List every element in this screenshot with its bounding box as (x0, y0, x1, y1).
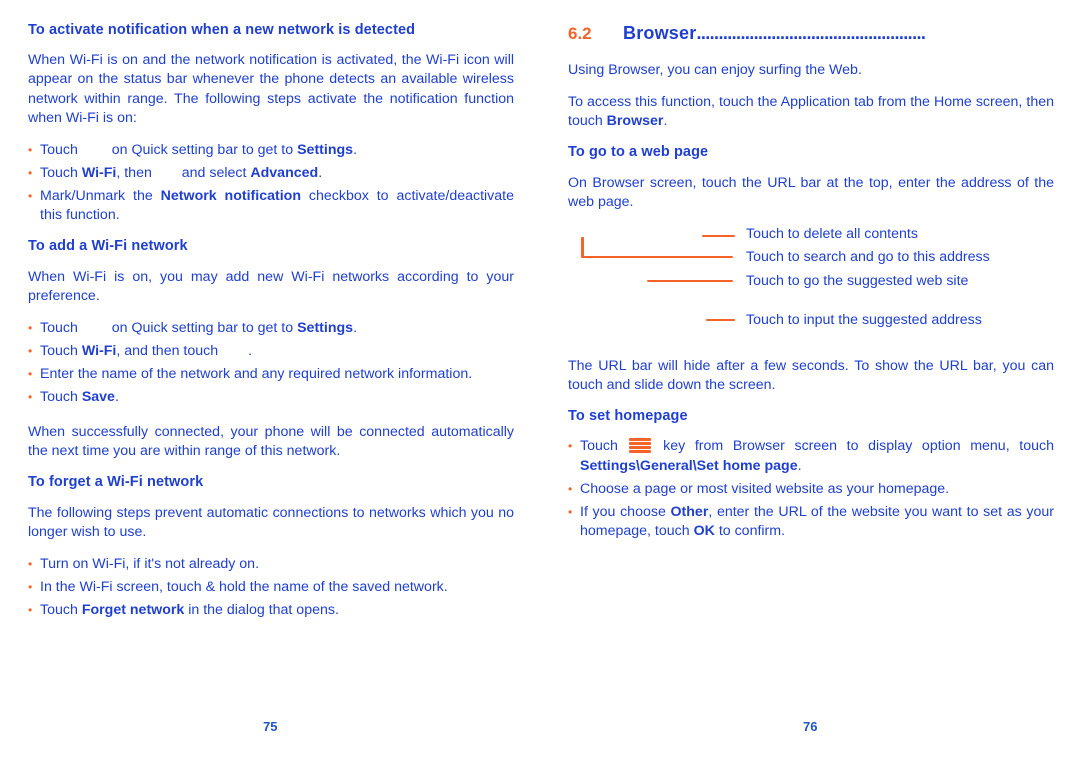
callout-diagram: Touch to delete all contents Touch to se… (568, 225, 1054, 343)
page-number-left: 75 (263, 719, 278, 734)
bullet-text-bold2: Advanced (250, 164, 319, 181)
bullet-text-bold1: Wi-Fi (81, 342, 117, 359)
chapter-heading-browser: 6.2 Browser..............................… (568, 22, 1054, 45)
list-item: Enter the name of the network and any re… (28, 365, 514, 384)
callout-label-3: Touch to go the suggested web site (746, 272, 969, 289)
bullet-text-pre: Touch (580, 438, 628, 455)
bullet-text-pre: Touch (40, 342, 82, 359)
page-number-right: 76 (803, 719, 818, 734)
bullet-text-pre: Touch (40, 141, 82, 158)
paragraph-browser-access: To access this function, touch the Appli… (568, 93, 1054, 131)
manual-page-left: To activate notification when a new netw… (0, 0, 540, 767)
heading-set-homepage: To set homepage (568, 408, 688, 425)
manual-page-right: 6.2 Browser..............................… (540, 0, 1080, 767)
callout-leader-line-1 (702, 234, 735, 238)
list-item: If you choose Other, enter the URL of th… (568, 503, 1054, 541)
bullet-text-post: . (353, 319, 358, 336)
bullet-text-pre: Choose a page or most visited website as… (580, 480, 950, 497)
bullet-text-post: . (248, 342, 253, 359)
bullet-text-pre: Enter the name of the network and any re… (40, 365, 473, 382)
bullet-text-bold: Settings (297, 141, 354, 158)
bullet-text-pre: Turn on Wi-Fi, if it's not already on. (40, 555, 260, 572)
paragraph-forget-wifi-network: The following steps prevent automatic co… (28, 504, 514, 540)
bullet-text-mid2: and select (177, 164, 251, 181)
list-item: Touch on Quick setting bar to get to Set… (28, 141, 514, 160)
bullet-text-pre: Touch (40, 389, 82, 405)
bullet-text-bold2: OK (693, 522, 715, 539)
heading-activate-notification: To activate notification when a new netw… (28, 22, 416, 38)
callout-leader-line-3 (647, 279, 733, 283)
bullet-text-bold: Settings\General\Set home page (580, 457, 798, 474)
bullet-list-activate-notification: Touch on Quick setting bar to get to Set… (28, 141, 514, 225)
paragraph-auto-connect: When successfully connected, your phone … (28, 424, 514, 460)
bullet-text-post: . (318, 164, 323, 181)
bullet-text-bold: Settings (297, 319, 354, 336)
callout-label-1: Touch to delete all contents (746, 225, 918, 242)
right-column-content: 6.2 Browser..............................… (568, 22, 1054, 541)
list-item: Turn on Wi-Fi, if it's not already on. (28, 555, 514, 574)
chapter-title: Browser (623, 23, 697, 43)
bullet-text-mid: key from Browser screen to display optio… (653, 438, 1054, 455)
list-item: Touch key from Browser screen to display… (568, 437, 1054, 475)
heading-go-to-web-page: To go to a web page (568, 144, 709, 161)
bullet-text-bold1: Wi-Fi (81, 164, 117, 181)
bullet-text-pre: If you choose (580, 503, 671, 520)
bullet-text-mid: on Quick setting bar to get to (107, 319, 298, 336)
bullet-text-pre: Touch (40, 602, 82, 619)
bullet-text-post: to confirm. (714, 522, 786, 539)
paragraph-go-to-web-page: On Browser screen, touch the URL bar at … (568, 174, 1054, 210)
heading-add-wifi-network: To add a Wi-Fi network (28, 238, 188, 255)
paragraph-add-wifi-network: When Wi-Fi is on, you may add new Wi-Fi … (28, 268, 514, 304)
bullet-text-bold: Network notification (160, 187, 301, 204)
callout-leader-line-2 (581, 255, 733, 259)
bullet-text-mid: , and then touch (116, 342, 223, 359)
bullet-text-bold1: Other (670, 503, 709, 520)
list-item: Touch Forget network in the dialog that … (28, 601, 514, 620)
access-text-bold: Browser (606, 113, 664, 130)
bullet-list-set-homepage: Touch key from Browser screen to display… (568, 437, 1054, 540)
list-item: Touch Wi-Fi, and then touch . (28, 342, 514, 361)
access-text-post: . (663, 113, 668, 130)
bullet-text-pre: Mark/Unmark the (40, 187, 161, 204)
bullet-text-mid: on Quick setting bar to get to (107, 141, 298, 158)
heading-forget-wifi-network: To forget a Wi-Fi network (28, 474, 204, 491)
callout-label-2: Touch to search and go to this address (746, 248, 990, 265)
bullet-text-pre: Touch (40, 319, 82, 336)
bullet-text-post: . (114, 389, 119, 405)
paragraph-browser-intro: Using Browser, you can enjoy surfing the… (568, 62, 862, 78)
bullet-text-pre: In the Wi-Fi screen, touch & hold the na… (40, 578, 448, 595)
bullet-text-pre: Touch (40, 164, 82, 181)
bullet-list-add-wifi-network: Touch on Quick setting bar to get to Set… (28, 319, 514, 407)
callout-label-4: Touch to input the suggested address (746, 311, 982, 328)
bullet-text-post: . (353, 141, 358, 158)
list-item: Touch on Quick setting bar to get to Set… (28, 319, 514, 338)
bullet-text-mid: , then (116, 164, 156, 181)
list-item: Choose a page or most visited website as… (568, 480, 1054, 499)
paragraph-activate-notification: When Wi-Fi is on and the network notific… (28, 52, 514, 126)
callout-bracket-vertical (581, 236, 584, 257)
bullet-text-bold: Save (81, 389, 115, 405)
paragraph-url-bar-hide: The URL bar will hide after a few second… (568, 357, 1054, 393)
bullet-text-post: . (797, 457, 802, 474)
list-item: Touch Save. (28, 388, 514, 407)
menu-key-icon (629, 438, 652, 454)
list-item: Mark/Unmark the Network notification che… (28, 187, 514, 225)
bullet-text-post: in the dialog that opens. (184, 602, 339, 619)
list-item: In the Wi-Fi screen, touch & hold the na… (28, 578, 514, 597)
list-item: Touch Wi-Fi, then and select Advanced. (28, 164, 514, 183)
chapter-number: 6.2 (568, 24, 592, 43)
bullet-text-bold: Forget network (81, 602, 185, 619)
left-column-content: To activate notification when a new netw… (28, 22, 514, 620)
callout-leader-line-4 (706, 318, 735, 322)
bullet-list-forget-wifi-network: Turn on Wi-Fi, if it's not already on. I… (28, 555, 514, 620)
chapter-leader-dots: ........................................… (696, 23, 926, 43)
